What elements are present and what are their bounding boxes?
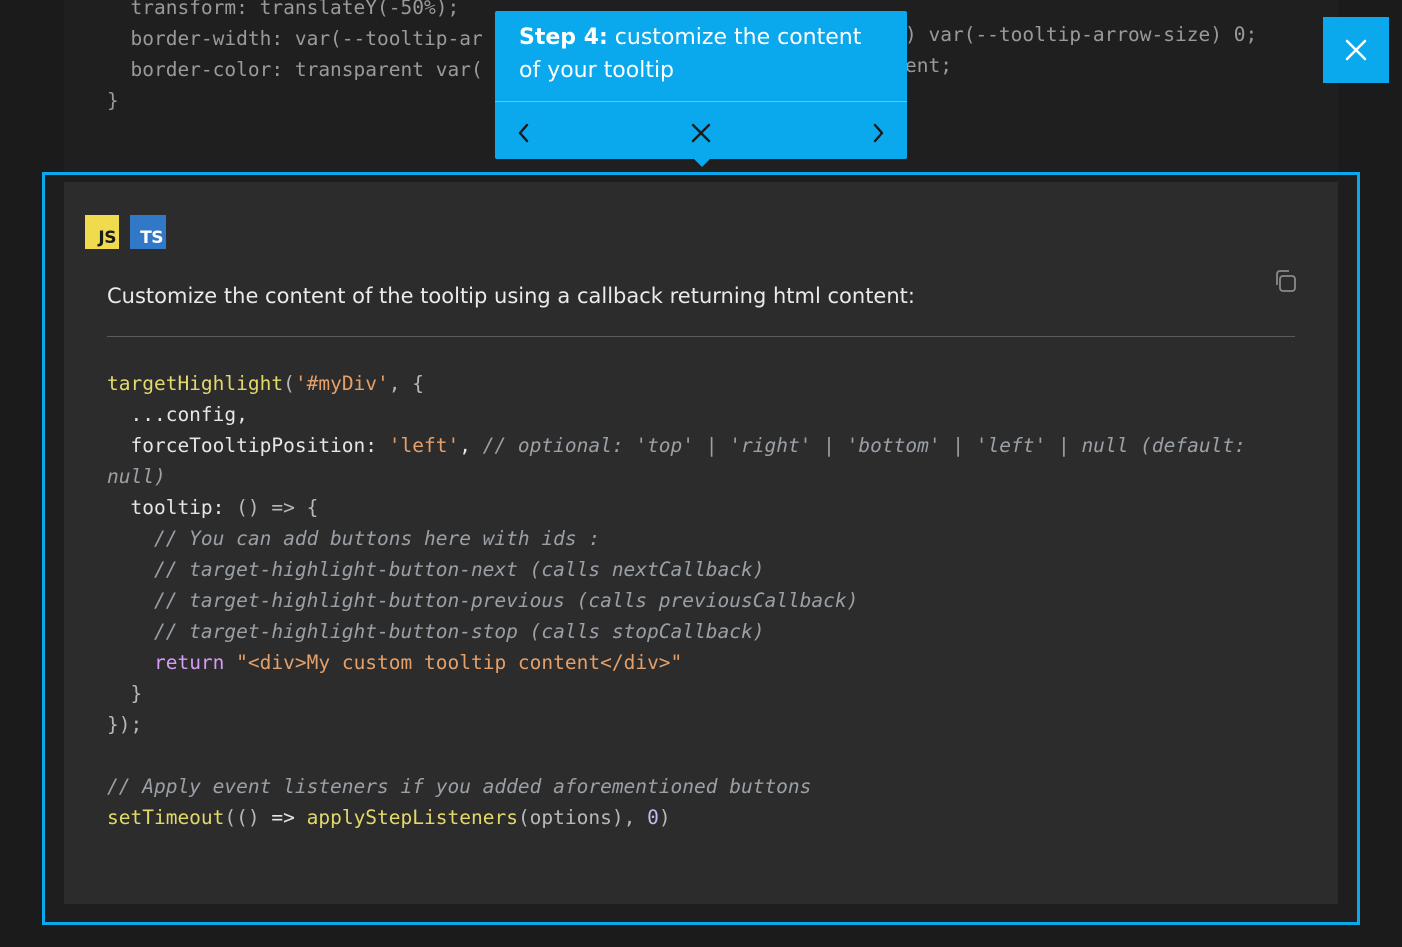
code-line: null): [107, 465, 166, 488]
background-code-fragment: ent;: [905, 54, 952, 77]
stop-tour-button[interactable]: [681, 115, 721, 151]
divider: [107, 336, 1295, 337]
code-line: return "<div>My custom tooltip content</…: [153, 651, 683, 674]
ts-badge[interactable]: TS: [130, 215, 166, 249]
code-line-empty: [107, 740, 1246, 771]
code-line: // You can add buttons here with ids :: [107, 527, 601, 550]
copy-icon[interactable]: [1272, 268, 1298, 294]
code-line: // target-highlight-button-next (calls n…: [107, 558, 765, 581]
next-step-button[interactable]: [858, 115, 898, 151]
code-line: targetHighlight('#myDiv', {: [107, 372, 425, 395]
tooltip-arrow: [693, 158, 711, 167]
code-line: forceTooltipPosition: 'left', // optiona…: [107, 434, 1246, 457]
background-code-fragment: ) var(--tooltip-arrow-size) 0;: [905, 23, 1258, 46]
js-badge[interactable]: JS: [85, 215, 119, 249]
code-line: tooltip: () => {: [107, 496, 319, 519]
background-code: transform: translateY(-50%); border-widt…: [107, 0, 483, 116]
background-code-line: border-color: transparent var(: [107, 58, 483, 81]
chevron-right-icon: [873, 123, 884, 143]
card-description: Customize the content of the tooltip usi…: [107, 284, 915, 308]
background-code-line: }: [107, 89, 119, 112]
tooltip-title: Step 4: customize the content of your to…: [519, 21, 889, 87]
code-line: // target-highlight-button-previous (cal…: [107, 589, 859, 612]
code-line: // target-highlight-button-stop (calls s…: [107, 620, 765, 643]
background-code-line: transform: translateY(-50%);: [107, 0, 460, 19]
previous-step-button[interactable]: [504, 115, 544, 151]
close-icon: [1345, 39, 1367, 61]
code-line: // Apply event listeners if you added af…: [107, 775, 812, 798]
step-tooltip: Step 4: customize the content of your to…: [495, 11, 907, 159]
tooltip-separator: [495, 101, 907, 102]
code-line: });: [107, 713, 143, 736]
chevron-left-icon: [518, 123, 529, 143]
code-line: ...config,: [107, 403, 248, 426]
code-line: setTimeout(() => applyStepListeners(opti…: [107, 806, 671, 829]
code-block: targetHighlight('#myDiv', { ...config, f…: [107, 368, 1246, 833]
close-icon: [691, 123, 711, 143]
close-tour-button[interactable]: [1323, 17, 1389, 83]
background-code-line: border-width: var(--tooltip-ar: [107, 27, 483, 50]
step-label: Step 4:: [519, 25, 608, 50]
code-line: }: [107, 682, 143, 705]
